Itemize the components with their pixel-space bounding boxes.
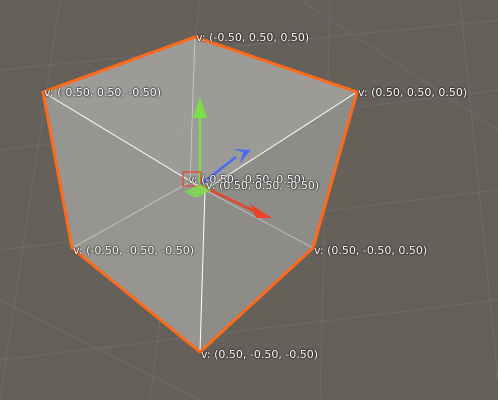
vertex-label: v: (-0.50, 0.50, -0.50): [44, 86, 162, 99]
vertex-label: v: (-0.50, 0.50, 0.50): [196, 31, 310, 44]
scene-viewport[interactable]: v: (-0.50, 0.50, 0.50) v: (-0.50, 0.50, …: [0, 0, 498, 400]
grid-line: [0, 0, 61, 400]
grid-line: [459, 0, 498, 381]
vertex-label: v: (0.50, -0.50, 0.50): [314, 244, 428, 257]
vertex-label: v: (0.50, 0.50, 0.50): [358, 86, 468, 99]
vertex-label: v: (0.50, 0.50, -0.50): [206, 179, 320, 192]
scene-canvas[interactable]: [0, 0, 498, 400]
vertex-label: v: (-0.50, -0.50, -0.50): [73, 244, 195, 257]
vertex-label: v: (0.50, -0.50, -0.50): [201, 348, 319, 361]
